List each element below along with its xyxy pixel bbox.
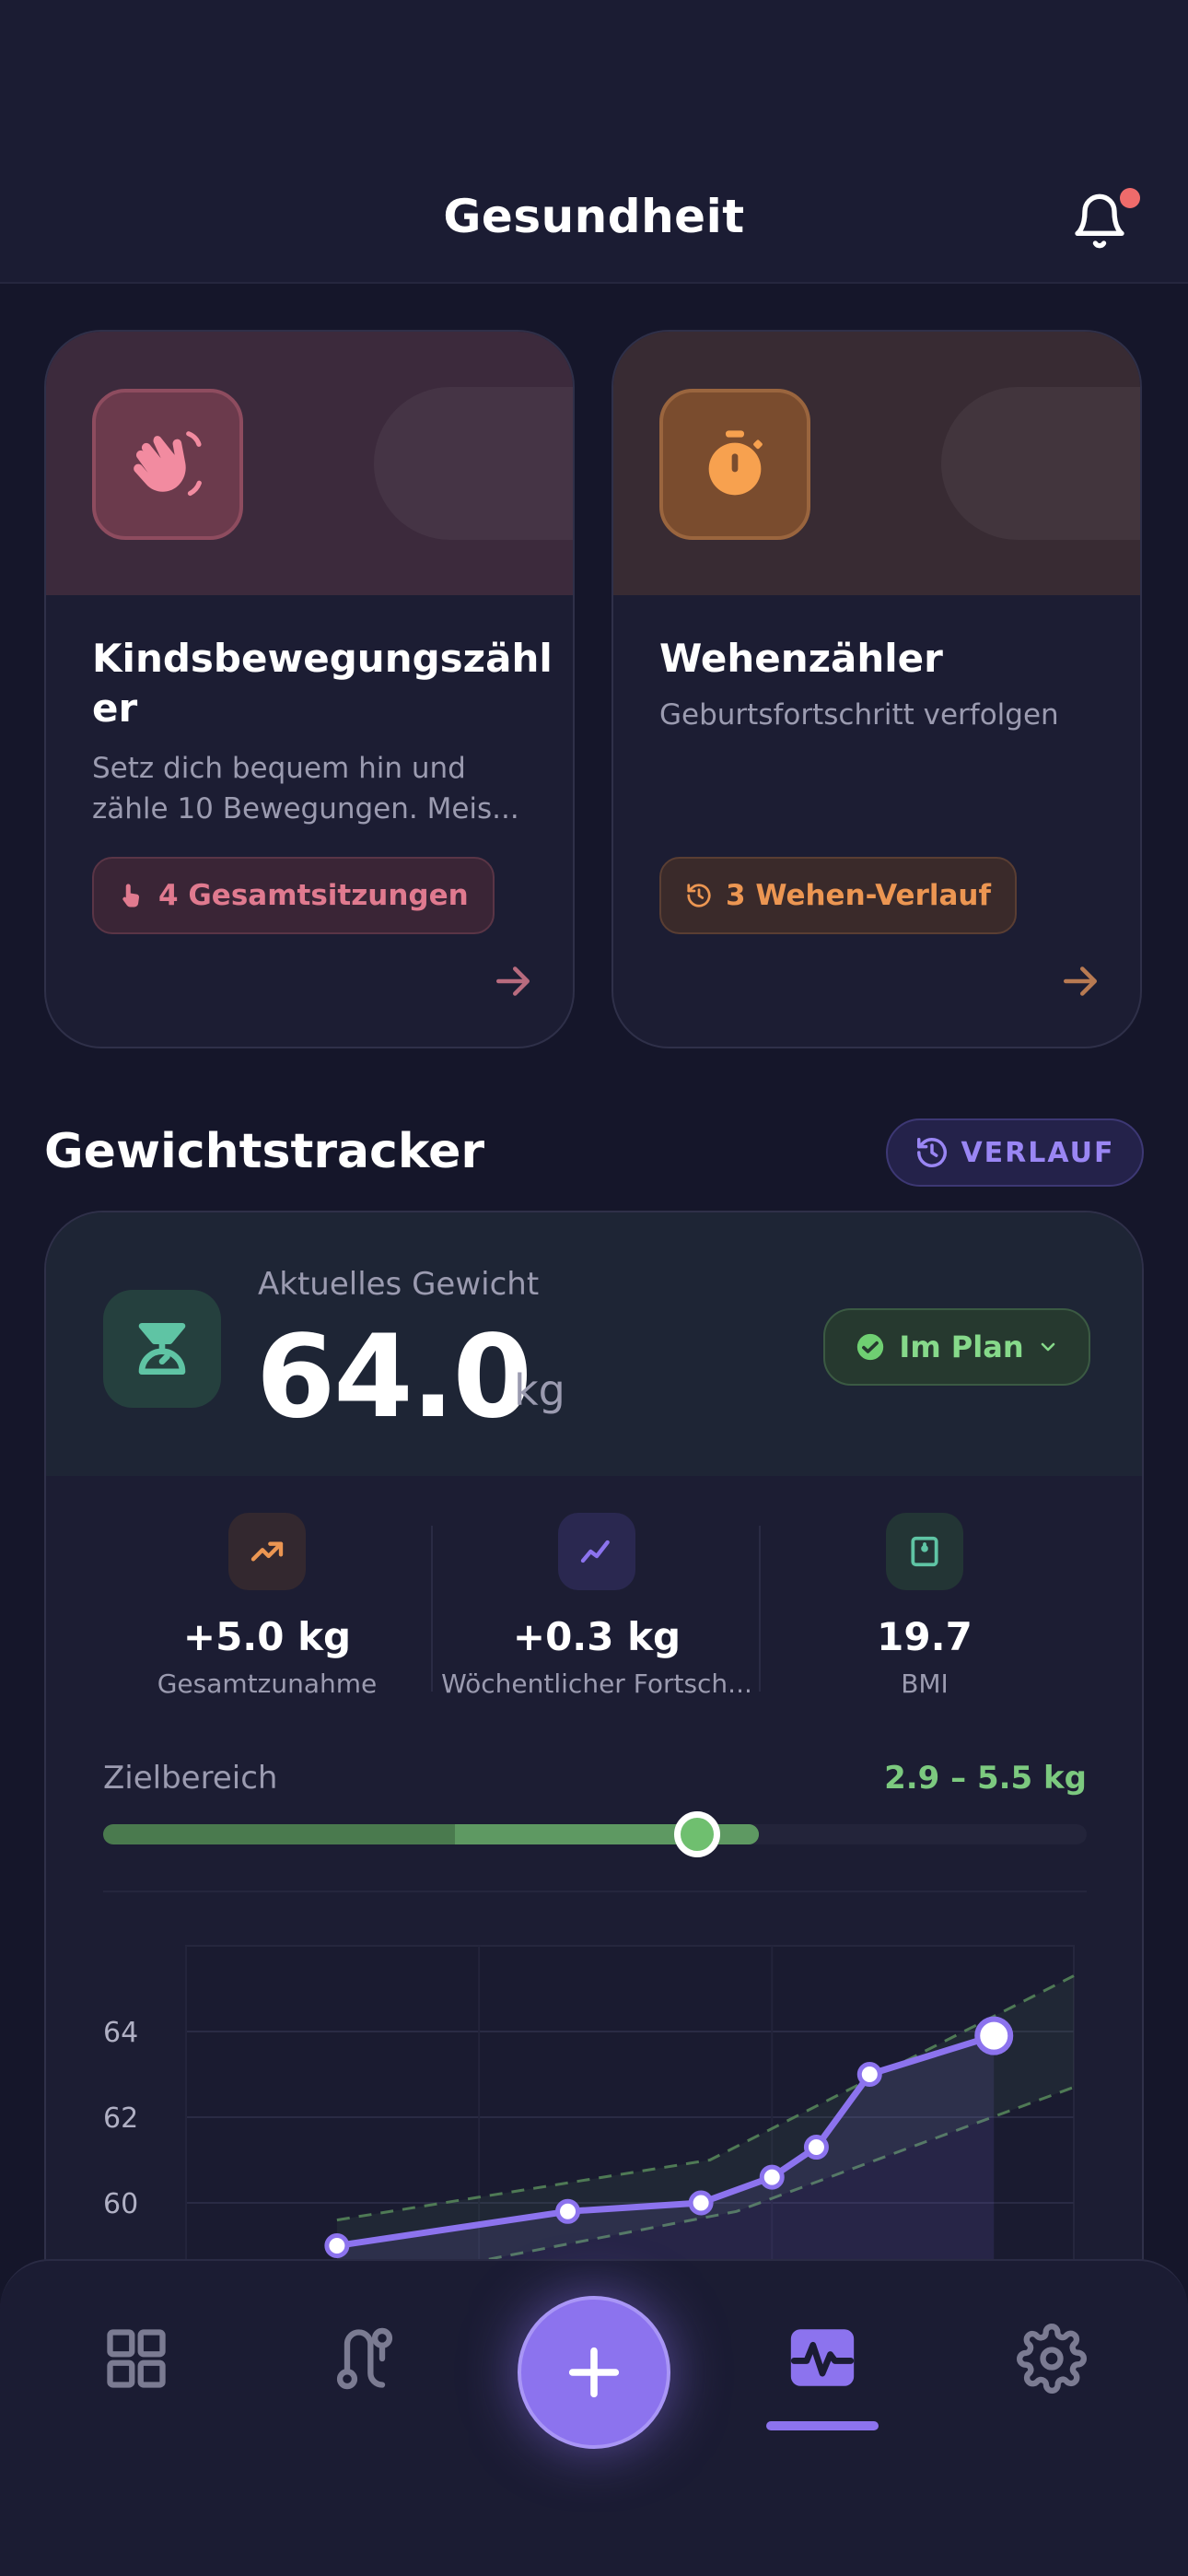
divider [103,1891,1087,1892]
check-circle-icon [857,1333,884,1361]
weight-chart: 64 62 60 [103,1945,1075,2290]
weight-unit: kg [514,1365,565,1415]
stat-label: BMI [901,1669,949,1699]
stat-value: 19.7 [877,1614,973,1659]
data-point [856,2062,882,2087]
data-point [555,2198,581,2224]
stat-weekly-progress: +0.3 kg Wöchentlicher Fortsch... [431,1513,763,1699]
pill-label: 4 Gesamtsitzungen [158,879,469,912]
target-range-value: 2.9 – 5.5 kg [884,1760,1087,1797]
scale-icon [103,1290,221,1408]
line-chart-icon [558,1513,635,1590]
history-button[interactable]: VERLAUF [886,1118,1144,1187]
route-icon[interactable] [330,2324,400,2394]
dashboard-icon[interactable] [101,2324,171,2394]
y-tick-label: 64 [103,2017,138,2049]
arrow-right-icon[interactable] [1055,956,1105,1006]
card-description: Geburtsfortschritt verfolgen [659,698,1059,732]
card-title: Wehenzähler [659,636,943,681]
settings-icon[interactable] [1017,2324,1087,2394]
stat-value: +0.3 kg [512,1614,681,1659]
card-decoration [374,387,573,540]
contraction-counter-card[interactable]: Wehenzähler Geburtsfortschritt verfolgen… [611,330,1142,1048]
history-button-label: VERLAUF [961,1136,1115,1169]
pointer-icon [122,884,140,907]
history-icon [917,1138,948,1167]
data-point [324,2233,350,2258]
add-button[interactable] [518,2296,670,2449]
plan-status-dropdown[interactable]: Im Plan [823,1308,1090,1386]
card-decoration [941,387,1140,540]
stat-value: +5.0 kg [182,1614,352,1659]
card-description: Setz dich bequem hin und zähle 10 Bewegu… [92,752,519,825]
data-point [803,2135,829,2160]
page-title: Gesundheit [443,190,745,243]
data-point [759,2164,785,2190]
section-title: Gewichtstracker [44,1124,484,1179]
history-icon [687,884,711,907]
current-point [974,2016,1014,2055]
stopwatch-icon [659,389,810,540]
kick-counter-card[interactable]: Kindsbewegungszähl er Setz dich bequem h… [44,330,575,1048]
pill-label: 3 Wehen-Verlauf [726,879,991,912]
trending-up-icon [228,1513,306,1590]
history-pill[interactable]: 3 Wehen-Verlauf [659,857,1017,934]
arrow-right-icon[interactable] [488,956,538,1006]
hand-wave-icon [92,389,243,540]
active-tab-indicator [766,2421,879,2430]
scale-box-icon [886,1513,963,1590]
sessions-pill[interactable]: 4 Gesamtsitzungen [92,857,495,934]
stat-total-gain: +5.0 kg Gesamtzunahme [101,1513,433,1699]
current-weight-label: Aktuelles Gewicht [258,1266,540,1303]
stat-label: Wöchentlicher Fortsch... [441,1669,752,1699]
target-range-handle[interactable] [674,1811,720,1857]
plan-status-label: Im Plan [899,1329,1024,1364]
health-icon[interactable] [785,2320,860,2395]
y-tick-label: 60 [103,2188,138,2220]
add-icon [568,2347,620,2398]
card-title: Kindsbewegungszähl er [92,636,553,731]
y-tick-label: 62 [103,2102,138,2135]
chart-ticks: 64 62 60 [103,2017,138,2220]
target-range-label: Zielbereich [103,1760,278,1797]
stat-label: Gesamtzunahme [157,1669,378,1699]
notification-badge [1120,188,1140,208]
data-point [688,2190,714,2216]
chevron-down-icon [1041,1342,1054,1352]
stat-bmi: 19.7 BMI [759,1513,1090,1699]
current-weight-value: 64.0 [256,1311,532,1444]
